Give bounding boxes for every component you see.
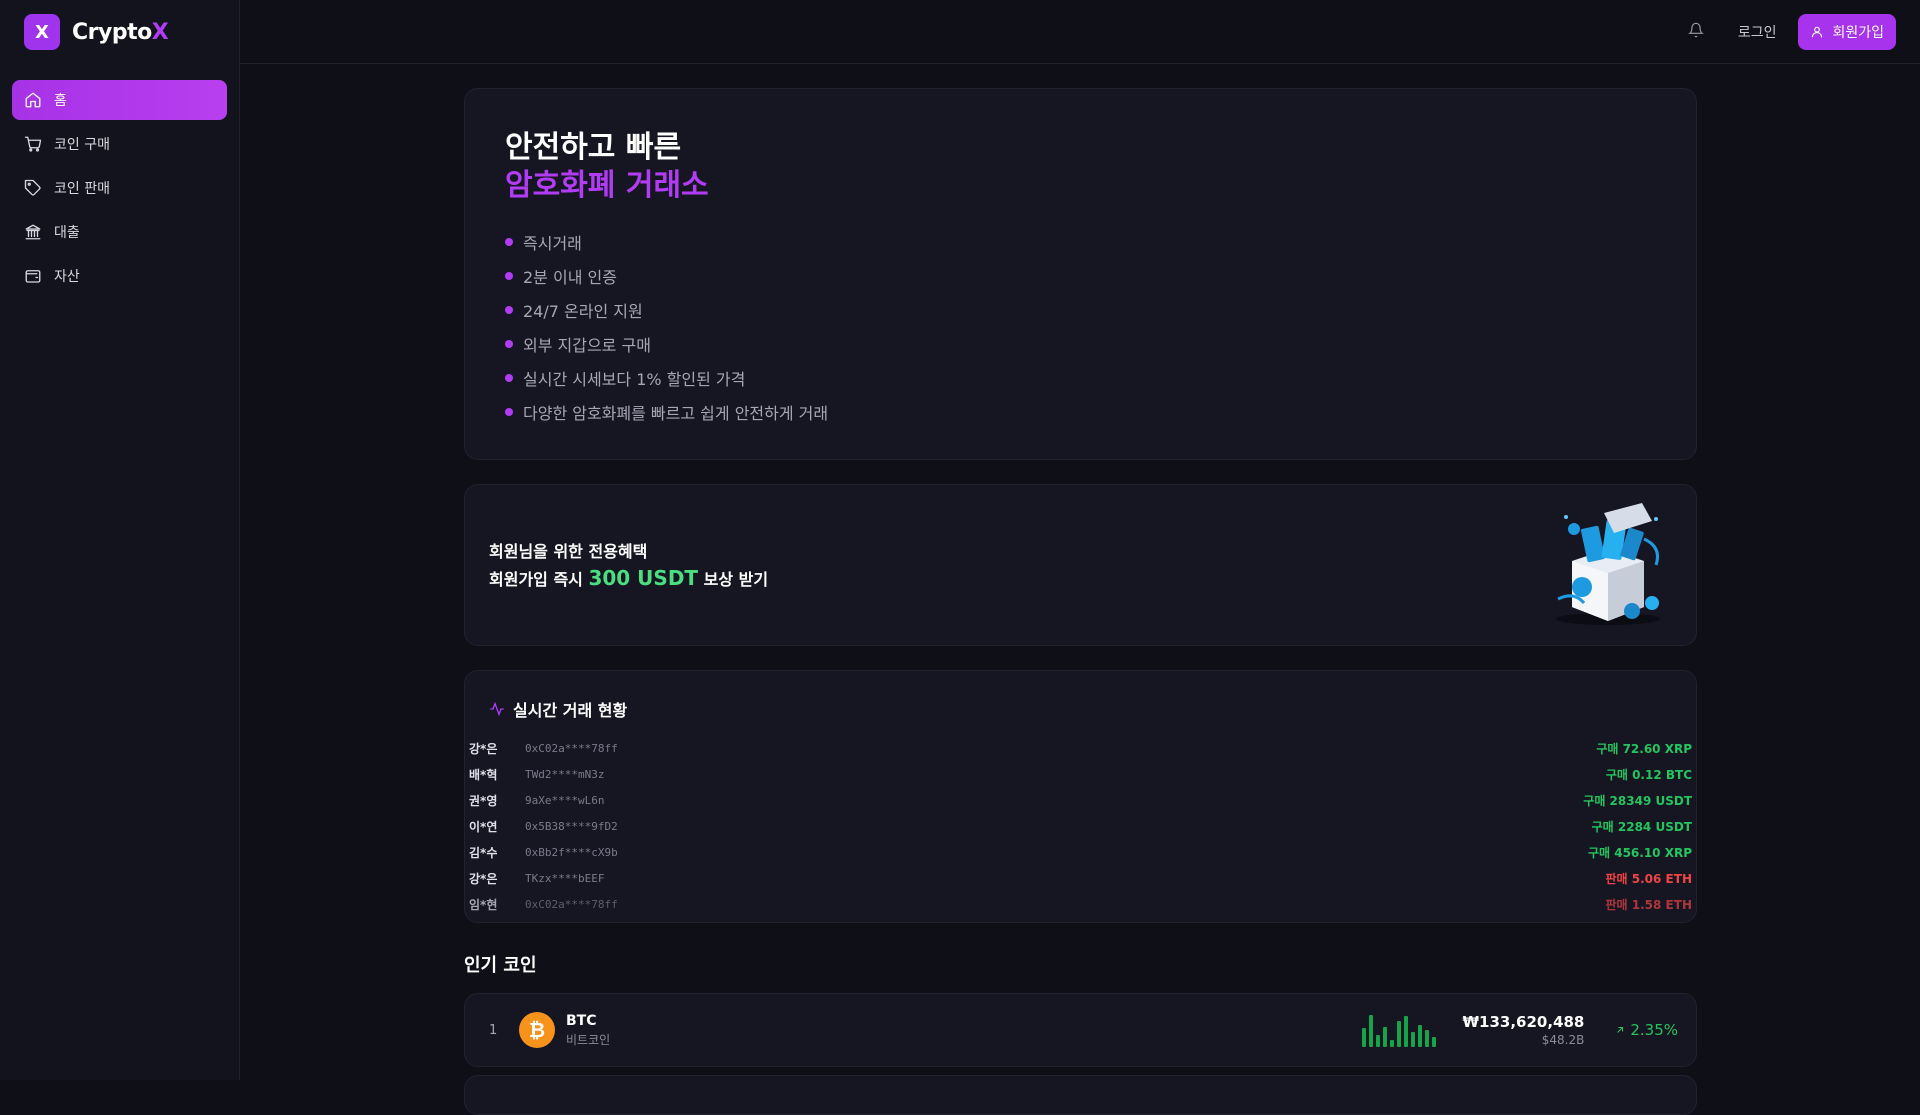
coin-row-btc[interactable]: 1 ₿ BTC 비트코인 ₩133,620,488 $48.2B 2.35% <box>464 993 1697 1067</box>
signup-label: 회원가입 <box>1832 25 1884 41</box>
logo-mark: X <box>24 14 60 50</box>
wallet-icon <box>25 270 41 283</box>
sparkline-bar <box>1418 1025 1423 1047</box>
coin-korean-name: 비트코인 <box>566 1032 611 1047</box>
notification-button[interactable] <box>1687 22 1708 42</box>
sidebar-item-label: 코인 구매 <box>54 137 110 153</box>
sparkline-bar <box>1397 1021 1402 1047</box>
feature-item: 외부 지갑으로 구매 <box>505 327 1656 361</box>
bell-icon <box>1687 22 1704 38</box>
home-icon <box>25 92 41 108</box>
coin-market-cap: $48.2B <box>1541 1033 1585 1047</box>
sparkline-bar <box>1383 1027 1388 1047</box>
trade-row: 권*영 9aXe****wL6n 구매 28349 USDT <box>469 793 1692 808</box>
sidebar-item-label: 자산 <box>54 269 80 285</box>
trade-row: 김*수 0xBb2f****cX9b 구매 456.10 XRP <box>469 845 1692 860</box>
login-button[interactable]: 로그인 <box>1738 22 1777 42</box>
bullet-dot <box>505 238 513 246</box>
sidebar-item-loan[interactable]: 대출 <box>12 212 227 252</box>
bullet-dot <box>505 306 513 314</box>
sparkline-bar <box>1411 1032 1416 1047</box>
bank-icon <box>25 224 41 240</box>
hero-title-line1: 안전하고 빠른 <box>505 130 682 165</box>
sidebar: X CryptoX 홈 코인 구매 코인 판매 대출 자산 <box>0 0 240 1080</box>
coin-names: BTC 비트코인 <box>566 1013 610 1048</box>
sidebar-item-sell[interactable]: 코인 판매 <box>12 168 227 208</box>
sparkline-bar <box>1376 1035 1381 1047</box>
popular-coins-title: 인기 코인 <box>464 955 537 976</box>
cart-icon <box>24 136 42 152</box>
bullet-dot <box>505 408 513 416</box>
sparkline-bar <box>1432 1037 1437 1047</box>
sidebar-item-assets[interactable]: 자산 <box>12 256 227 296</box>
promo-highlight: 300 USDT <box>588 565 699 590</box>
sidebar-item-label: 대출 <box>54 225 80 241</box>
coin-price: ₩133,620,488 <box>1462 1013 1585 1031</box>
trade-row: 이*연 0x5B38****9fD2 구매 2284 USDT <box>469 819 1692 834</box>
logo-text: CryptoX <box>72 19 169 45</box>
bullet-dot <box>505 272 513 280</box>
sparkline-bar <box>1362 1028 1367 1047</box>
promo-line1: 회원님을 위한 전용혜택 <box>489 541 648 561</box>
live-trades-panel: 실시간 거래 현황 강*은 0xC02a****78ff 구매 72.60 XR… <box>464 670 1697 923</box>
sparkline-bar <box>1369 1015 1374 1047</box>
bullet-dot <box>505 340 513 348</box>
sidebar-item-buy[interactable]: 코인 구매 <box>12 124 227 164</box>
logo[interactable]: X CryptoX <box>0 0 239 64</box>
user-icon <box>1812 26 1823 38</box>
feature-item: 24/7 온라인 지원 <box>505 293 1656 327</box>
bitcoin-icon: ₿ <box>519 1012 555 1048</box>
coin-change: 2.35% <box>1614 1021 1678 1039</box>
promo-line2: 회원가입 즉시 300 USDT 보상 받기 <box>489 565 769 590</box>
feature-list: 즉시거래 2분 이내 인증 24/7 온라인 지원 외부 지갑으로 구매 실시간… <box>505 225 1656 429</box>
live-trades-header: 실시간 거래 현황 <box>469 697 1692 721</box>
sparkline-bar <box>1404 1016 1409 1047</box>
sidebar-item-home[interactable]: 홈 <box>12 80 227 120</box>
price-column: ₩133,620,488 $48.2B <box>1462 1013 1584 1047</box>
activity-icon <box>490 701 504 717</box>
feature-item: 즉시거래 <box>505 225 1656 259</box>
promo-text: 회원님을 위한 전용혜택 회원가입 즉시 300 USDT 보상 받기 <box>489 538 768 593</box>
coin-rank: 1 <box>489 1022 498 1038</box>
feature-item: 실시간 시세보다 1% 할인된 가격 <box>505 361 1656 395</box>
coin-row-partial[interactable] <box>464 1075 1697 1115</box>
tag-icon <box>24 179 41 196</box>
sidebar-nav: 홈 코인 구매 코인 판매 대출 자산 <box>0 64 239 316</box>
feature-item: 다양한 암호화폐를 빠르고 쉽게 안전하게 거래 <box>505 395 1656 429</box>
trade-row: 강*은 0xC02a****78ff 구매 72.60 XRP <box>469 741 1692 756</box>
hero-card: 안전하고 빠른 암호화폐 거래소 즉시거래 2분 이내 인증 24/7 온라인 … <box>464 88 1697 460</box>
promo-banner[interactable]: 회원님을 위한 전용혜택 회원가입 즉시 300 USDT 보상 받기 <box>464 484 1697 646</box>
sidebar-item-label: 코인 판매 <box>54 181 110 197</box>
trade-row: 강*은 TKzx****bEEF 판매 5.06 ETH <box>469 871 1692 886</box>
main-content: 안전하고 빠른 암호화폐 거래소 즉시거래 2분 이내 인증 24/7 온라인 … <box>464 88 1697 1115</box>
feature-item: 2분 이내 인증 <box>505 259 1656 293</box>
sidebar-item-label: 홈 <box>54 93 67 109</box>
price-sparkline <box>1362 1013 1444 1047</box>
trade-row: 임*현 0xC02a****78ff 판매 1.58 ETH <box>469 897 1692 912</box>
bullet-dot <box>505 374 513 382</box>
sparkline-bar <box>1390 1040 1395 1047</box>
hero-title-line2: 암호화폐 거래소 <box>505 168 709 203</box>
coin-symbol: BTC <box>566 1012 597 1029</box>
signup-button[interactable]: 회원가입 <box>1798 14 1896 50</box>
sparkline-bar <box>1425 1030 1430 1047</box>
top-actions: 로그인 회원가입 <box>1687 14 1896 50</box>
arrow-up-right-icon <box>1617 1027 1624 1033</box>
top-bar: 로그인 회원가입 <box>240 0 1920 64</box>
trade-row: 배*혁 TWd2****mN3z 구매 0.12 BTC <box>469 767 1692 782</box>
gift-box-illustration <box>1556 503 1660 625</box>
coin-stats: ₩133,620,488 $48.2B 2.35% <box>1362 1013 1678 1047</box>
